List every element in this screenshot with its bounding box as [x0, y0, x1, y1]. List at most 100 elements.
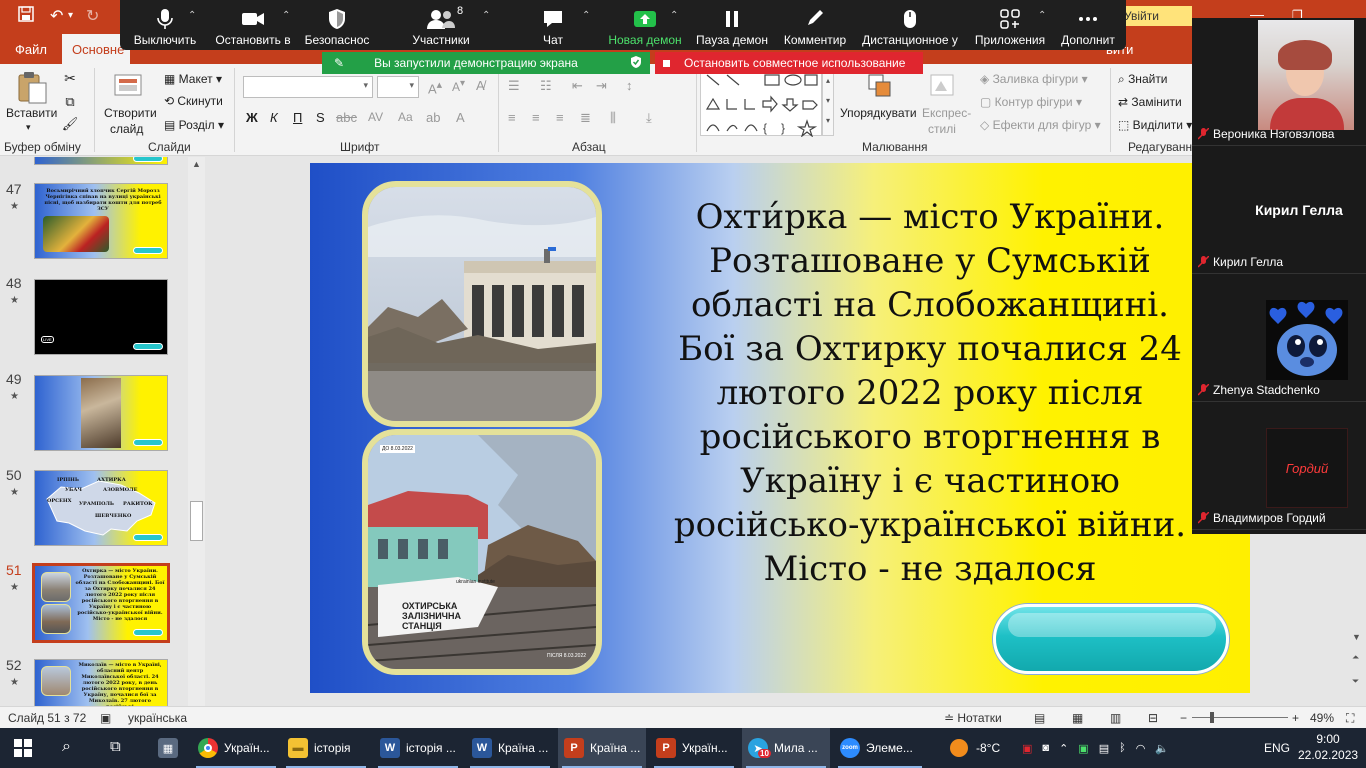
align-left-icon[interactable]: ≡ — [508, 110, 516, 125]
scroll-down-icon[interactable]: ▼ — [1352, 632, 1361, 642]
underline-icon[interactable]: П — [293, 110, 302, 125]
thumbnail-slide-46[interactable] — [34, 157, 168, 165]
clear-format-icon[interactable]: A̸ — [476, 78, 485, 93]
paste-button[interactable]: Вставити — [6, 106, 57, 120]
taskbar-app-telegram[interactable]: ➤ 10 Мила ... — [742, 728, 830, 768]
reset-button[interactable]: ⟲ Скинути — [164, 94, 223, 108]
apps-options-icon[interactable]: ⌃ — [1038, 10, 1046, 21]
scrollbar-thumb[interactable] — [190, 501, 203, 541]
shapes-scroll[interactable]: ▴ ▾ ▾ — [822, 70, 834, 136]
windows-start-icon[interactable] — [14, 739, 32, 760]
shadow-icon[interactable]: S — [316, 110, 325, 125]
zoom-level[interactable]: 49% — [1310, 711, 1334, 725]
current-slide[interactable]: ДО 8.03.2022 ukrainian institute ОХТИРСЬ… — [310, 163, 1250, 693]
line-spacing-icon[interactable]: ↕ — [626, 78, 633, 93]
strikethrough-icon[interactable]: abc — [336, 110, 357, 125]
save-icon[interactable] — [18, 6, 34, 27]
clock[interactable]: 9:00 22.02.2023 — [1298, 731, 1358, 763]
thumbnail-slide-47[interactable]: Восьмирічний хлопчик Сергій Морозз Черні… — [34, 183, 168, 259]
thumbnail-slide-52[interactable]: Миколаїв — місто в Україні, обласний цен… — [34, 659, 168, 706]
change-case-icon[interactable]: Aa — [398, 110, 413, 124]
stop-sharing-button[interactable]: Остановить совместное использование — [655, 52, 923, 74]
paste-dropdown-icon[interactable]: ▾ — [26, 122, 31, 133]
slide-action-button[interactable] — [993, 604, 1229, 674]
participant-tile[interactable]: Кирил Гелла Кирил Гелла — [1192, 146, 1366, 274]
bullets-icon[interactable]: ☰ — [508, 78, 520, 94]
thumbnail-slide-49[interactable] — [34, 375, 168, 451]
thumbnails-scrollbar[interactable]: ▲ — [188, 157, 205, 706]
undo-dropdown-icon[interactable]: ▾ — [68, 10, 73, 21]
next-slide-icon[interactable]: ⏷ — [1352, 676, 1359, 687]
search-icon[interactable]: ⌕ — [62, 738, 71, 756]
align-center-icon[interactable]: ≡ — [532, 110, 540, 125]
participant-tile[interactable]: Zhenya Stadchenko — [1192, 274, 1366, 402]
annotate-button[interactable]: Комментир — [780, 0, 850, 50]
tray-app-icon[interactable]: ▣ — [1022, 742, 1032, 755]
pause-share-button[interactable]: Пауза демон — [694, 0, 770, 50]
highlight-icon[interactable]: ab — [426, 110, 440, 125]
volume-icon[interactable]: 🔈 — [1155, 742, 1169, 755]
text-direction-icon[interactable]: ⤓ — [646, 110, 652, 126]
taskbar-app-zoom[interactable]: zoom Элеме... — [834, 728, 926, 768]
taskbar-app-word-1[interactable]: W історія ... — [374, 728, 462, 768]
apps-button[interactable]: Приложения — [972, 0, 1048, 50]
font-color-icon[interactable]: A — [456, 110, 465, 125]
task-view-icon[interactable]: ⧉ — [110, 738, 121, 755]
reading-view-icon[interactable]: ▥ — [1110, 711, 1121, 725]
scroll-up-icon[interactable]: ▲ — [192, 159, 201, 169]
shape-effects-button[interactable]: ◇ Ефекти для фігур ▾ — [980, 118, 1101, 132]
taskbar-app-powerpoint-2[interactable]: P Україн... — [650, 728, 738, 768]
copy-icon[interactable]: ⧉ — [62, 94, 78, 110]
weather-widget[interactable]: -8°C — [950, 728, 1000, 768]
select-button[interactable]: ⬚ Виділити ▾ — [1118, 118, 1192, 132]
arrange-button[interactable]: Упорядкувати — [840, 106, 917, 120]
section-button[interactable]: ▤ Розділ ▾ — [164, 118, 224, 132]
pin-icon[interactable]: ✎ — [334, 56, 344, 70]
participants-options-icon[interactable]: ⌃ — [482, 10, 490, 21]
zoom-in-icon[interactable]: + — [1292, 711, 1299, 725]
thumbnail-slide-50[interactable]: ІРПІНЬ АХТИРКА УБАЧ АЗОВМОЛЕ ОРСЕНХ УРАМ… — [34, 470, 168, 546]
tray-app-icon[interactable]: ▣ — [1078, 742, 1088, 755]
quick-styles-icon[interactable] — [928, 72, 958, 100]
new-share-button[interactable]: Новая демон — [606, 0, 684, 50]
shapes-gallery[interactable]: {} — [700, 70, 822, 138]
participants-button[interactable]: Участники — [406, 0, 476, 50]
replace-button[interactable]: ⇄ Замінити — [1118, 95, 1182, 109]
bluetooth-icon[interactable]: ᛒ — [1119, 742, 1126, 754]
thumbnail-slide-51[interactable]: Охтирка — місто України. Розташоване у С… — [32, 563, 170, 643]
language-indicator[interactable]: українська — [128, 711, 187, 725]
chat-options-icon[interactable]: ⌃ — [582, 10, 590, 21]
zoom-out-icon[interactable]: − — [1180, 711, 1187, 725]
security-button[interactable]: Безопаснос — [302, 0, 372, 50]
wifi-icon[interactable]: ◠ — [1136, 742, 1146, 755]
new-slide-label[interactable]: слайд — [110, 122, 143, 136]
redo-icon[interactable]: ↻ — [86, 6, 99, 26]
zoom-slider-thumb[interactable] — [1210, 712, 1214, 723]
font-family-field[interactable]: ▾ — [243, 76, 373, 98]
zoom-slider[interactable] — [1192, 717, 1288, 718]
shape-fill-button[interactable]: ◈ Заливка фігури ▾ — [980, 72, 1088, 86]
participant-tile[interactable]: Гордий Владимиров Гордий — [1192, 402, 1366, 530]
decrease-indent-icon[interactable]: ⇤ — [572, 78, 583, 94]
quick-styles-button[interactable]: Експрес- — [922, 106, 971, 120]
shape-outline-button[interactable]: ▢ Контур фігури ▾ — [980, 95, 1082, 109]
italic-icon[interactable]: К — [270, 110, 278, 125]
participant-tile[interactable]: Вероника Нэговэлова — [1192, 18, 1366, 146]
undo-icon[interactable]: ↶ — [50, 6, 63, 26]
slideshow-icon[interactable]: ⊟ — [1148, 711, 1158, 725]
previous-slide-icon[interactable]: ⏶ — [1352, 652, 1359, 663]
arrange-icon[interactable] — [866, 72, 894, 100]
tab-file[interactable]: Файл — [15, 42, 47, 57]
slide-sorter-icon[interactable]: ▦ — [1072, 711, 1083, 725]
more-button[interactable]: Дополнит — [1056, 0, 1120, 50]
increase-font-icon[interactable]: A▴ — [428, 78, 442, 96]
taskbar-app-word-2[interactable]: W Країна ... — [466, 728, 554, 768]
spellcheck-icon[interactable]: ▣ — [100, 711, 111, 725]
layout-button[interactable]: ▦ Макет ▾ — [164, 72, 222, 86]
cut-icon[interactable]: ✂ — [62, 70, 78, 86]
sign-in-button[interactable]: Увійти — [1118, 6, 1192, 26]
justify-icon[interactable]: ≣ — [580, 110, 591, 126]
chat-button[interactable]: Чат — [532, 0, 574, 50]
format-painter-icon[interactable]: 🖌 — [62, 116, 79, 132]
video-options-icon[interactable]: ⌃ — [282, 10, 290, 21]
